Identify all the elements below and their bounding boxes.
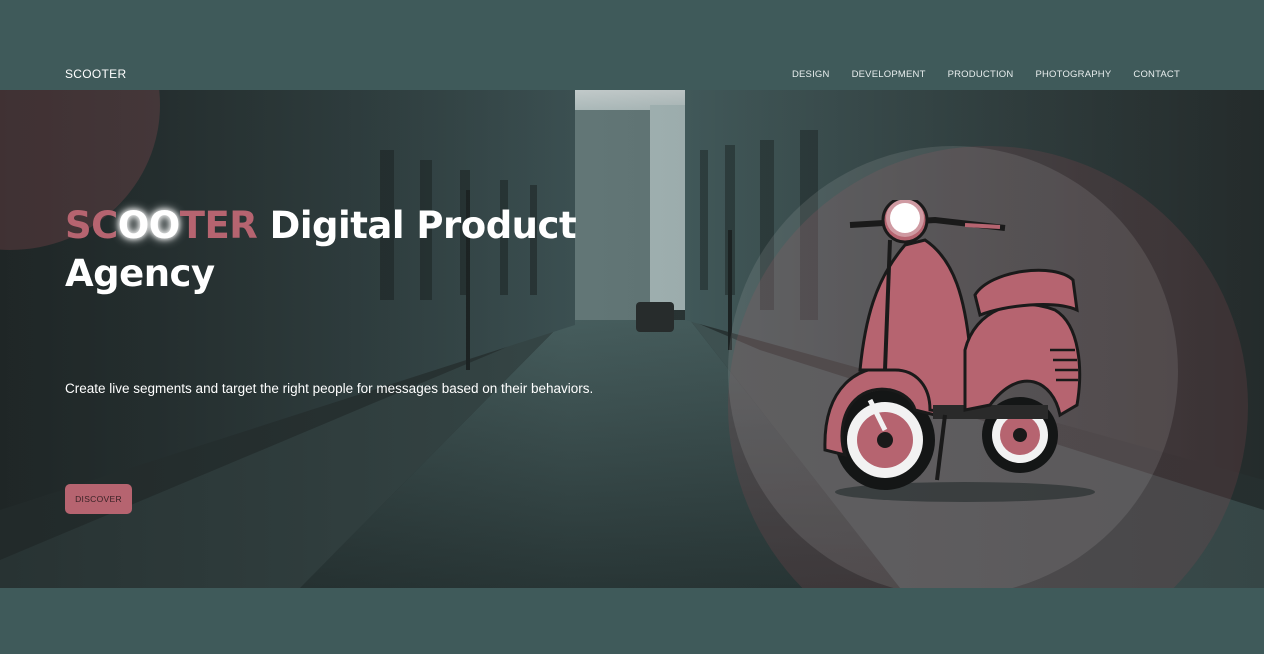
- top-nav: SCOOTER DESIGN DEVELOPMENT PRODUCTION PH…: [0, 0, 1264, 90]
- headline-brand-glow: OO: [117, 204, 180, 247]
- headline-line2: Agency: [65, 252, 215, 295]
- hero-subtitle: Create live segments and target the righ…: [65, 381, 594, 396]
- headline-brand: SCOOTER: [65, 204, 258, 247]
- page: SCOOTER DESIGN DEVELOPMENT PRODUCTION PH…: [0, 0, 1264, 654]
- headline-line1-rest: Digital Product: [257, 204, 577, 247]
- hero-section: SCOOTER Digital Product Agency Create li…: [0, 90, 1264, 588]
- headline-brand-part2: TER: [179, 204, 258, 247]
- headline-brand-part1: SC: [65, 204, 118, 247]
- brand-logo[interactable]: SCOOTER: [65, 67, 126, 81]
- nav-item-design[interactable]: DESIGN: [792, 69, 830, 80]
- nav-item-contact[interactable]: CONTACT: [1133, 69, 1180, 80]
- nav-item-photography[interactable]: PHOTOGRAPHY: [1035, 69, 1111, 80]
- nav-item-production[interactable]: PRODUCTION: [948, 69, 1014, 80]
- scooter-illustration: [823, 200, 1095, 502]
- discover-button[interactable]: DISCOVER: [65, 484, 132, 514]
- nav-item-development[interactable]: DEVELOPMENT: [852, 69, 926, 80]
- footer-band: [0, 588, 1264, 654]
- hero-headline: SCOOTER Digital Product Agency: [65, 202, 577, 298]
- nav-menu: DESIGN DEVELOPMENT PRODUCTION PHOTOGRAPH…: [792, 69, 1180, 80]
